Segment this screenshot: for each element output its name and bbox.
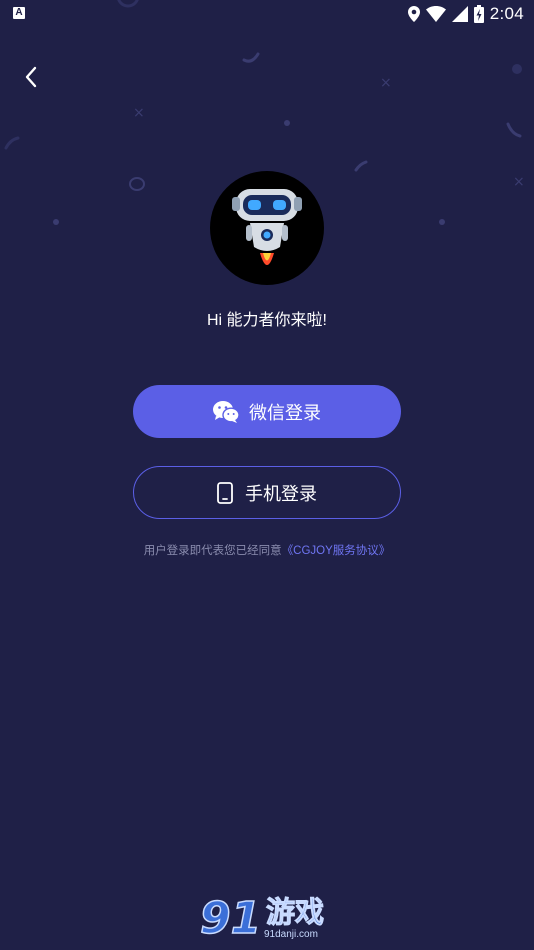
wechat-login-label: 微信登录: [249, 402, 321, 423]
watermark-logo: 91 游戏 91danji.com: [199, 893, 340, 947]
phone-login-button[interactable]: 手机登录: [133, 466, 401, 519]
wechat-icon: [213, 400, 239, 423]
back-button[interactable]: [14, 60, 48, 94]
status-icons: 2:04: [407, 3, 524, 25]
robot-mascot-icon: [232, 189, 302, 265]
wechat-login-button[interactable]: 微信登录: [133, 385, 401, 438]
notification-icon: A: [13, 7, 25, 19]
svg-text:×: ×: [380, 75, 392, 91]
avatar: [210, 171, 324, 285]
status-time: 2:04: [489, 4, 524, 23]
watermark-number: 91: [199, 893, 262, 944]
wifi-icon: [425, 6, 446, 22]
watermark-text: 游戏: [265, 897, 325, 930]
phone-icon: [217, 481, 233, 504]
greeting-text: Hi 能力者你来啦!: [206, 312, 327, 329]
phone-login-label: 手机登录: [245, 483, 317, 504]
agreement-text: 用户登录即代表您已经同意《CGJOY服务协议》: [0, 542, 534, 558]
agreement-prefix: 用户登录即代表您已经同意: [143, 545, 282, 557]
battery-charging-icon: [473, 5, 484, 23]
svg-text:×: ×: [513, 174, 525, 190]
watermark-domain: 91danji.com: [264, 929, 318, 940]
service-agreement-link[interactable]: 《CGJOY服务协议》: [282, 545, 391, 557]
status-bar: A 2:04: [0, 0, 534, 28]
chevron-left-icon: [25, 66, 37, 88]
login-screen: × × × A 2:04 Hi 能力者你来啦! 微信登录 手机登录 用户登录即代…: [0, 0, 534, 950]
location-icon: [407, 6, 420, 22]
svg-text:×: ×: [133, 105, 145, 121]
signal-icon: [451, 6, 468, 22]
